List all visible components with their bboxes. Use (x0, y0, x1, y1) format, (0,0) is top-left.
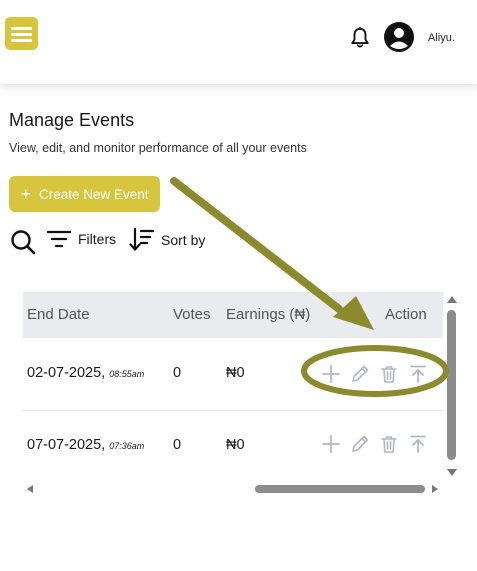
plus-icon[interactable] (321, 364, 341, 384)
page-subtitle: View, edit, and monitor performance of a… (9, 141, 307, 155)
menu-line (11, 39, 32, 42)
pencil-icon[interactable] (350, 434, 370, 454)
column-header-votes[interactable]: Votes (173, 306, 211, 323)
earnings-cell: ₦0 (226, 437, 245, 453)
filters-button[interactable]: Filters (47, 229, 116, 249)
pencil-icon[interactable] (350, 364, 370, 384)
username-label[interactable]: Aliyu. (428, 32, 455, 44)
create-new-event-label: Create New Event (38, 186, 149, 202)
user-avatar-icon[interactable] (384, 22, 414, 52)
scroll-down-arrow-icon[interactable] (447, 469, 457, 476)
plus-icon: + (20, 184, 31, 204)
horizontal-scrollbar[interactable] (23, 483, 443, 495)
end-date-value: 02-07-2025, (27, 365, 106, 381)
menu-line (11, 27, 32, 30)
vertical-scrollbar[interactable] (446, 296, 458, 476)
menu-line (11, 33, 32, 36)
vertical-scroll-thumb[interactable] (447, 310, 456, 460)
upload-icon[interactable] (408, 364, 428, 384)
scroll-right-arrow-icon[interactable] (432, 485, 438, 493)
trash-icon[interactable] (379, 364, 399, 384)
upload-icon[interactable] (408, 434, 428, 454)
sort-by-button[interactable]: Sort by (129, 227, 205, 253)
sort-by-label: Sort by (161, 232, 206, 248)
end-date-cell: 07-07-2025, 07:36am (27, 437, 144, 453)
bell-icon[interactable] (349, 26, 371, 50)
top-bar: Aliyu. (0, 0, 477, 84)
scroll-up-arrow-icon[interactable] (447, 296, 457, 303)
column-header-earnings[interactable]: Earnings (₦) (226, 306, 310, 323)
end-date-cell: 02-07-2025, 08:55am (27, 365, 144, 381)
search-icon[interactable] (10, 229, 36, 255)
horizontal-scroll-thumb[interactable] (255, 485, 425, 493)
table-row: 02-07-2025, 08:55am 0 ₦0 (23, 338, 443, 411)
events-table: End Date Votes Earnings (₦) Action 02-07… (23, 292, 443, 482)
end-time-value: 07:36am (109, 441, 145, 451)
sort-icon (129, 227, 155, 251)
table-header-row: End Date Votes Earnings (₦) Action (23, 292, 443, 338)
table-row: 07-07-2025, 07:36am 0 ₦0 (23, 410, 443, 482)
plus-icon[interactable] (321, 434, 341, 454)
column-header-end-date[interactable]: End Date (27, 306, 90, 323)
votes-cell: 0 (173, 365, 182, 381)
filter-icon (47, 230, 71, 248)
scroll-left-arrow-icon[interactable] (27, 485, 33, 493)
filters-label: Filters (78, 231, 117, 247)
page-title: Manage Events (9, 110, 135, 130)
hamburger-menu-button[interactable] (5, 17, 38, 50)
column-header-action: Action (385, 306, 427, 323)
trash-icon[interactable] (379, 434, 399, 454)
create-new-event-button[interactable]: + Create New Event (9, 176, 160, 212)
earnings-cell: ₦0 (226, 365, 245, 381)
end-date-value: 07-07-2025, (27, 437, 106, 453)
votes-cell: 0 (173, 437, 182, 453)
end-time-value: 08:55am (109, 369, 145, 379)
